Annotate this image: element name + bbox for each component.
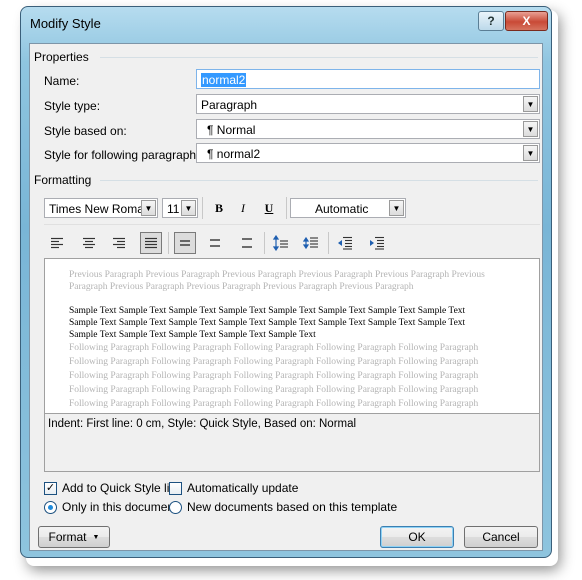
dialog-window: Modify Style ? X Properties Name: normal…	[20, 6, 552, 558]
add-quick-style-label[interactable]: Add to Quick Style list	[62, 481, 179, 495]
new-documents-label[interactable]: New documents based on this template	[187, 500, 397, 514]
increase-indent-icon[interactable]	[366, 232, 388, 254]
sample-text: Sample Text Sample Text Sample Text Samp…	[69, 306, 466, 340]
based-on-label: Style based on:	[44, 124, 127, 138]
chevron-down-icon[interactable]: ▼	[523, 96, 538, 112]
chevron-down-icon[interactable]: ▼	[389, 200, 404, 216]
decrease-indent-icon[interactable]	[334, 232, 356, 254]
close-icon: X	[522, 14, 531, 28]
dialog-body: Properties Name: normal2 Style type: Par…	[29, 43, 543, 551]
align-right-icon[interactable]	[108, 232, 130, 254]
formatting-section-label: Formatting	[34, 173, 92, 187]
previous-paragraph-text: Previous Paragraph Previous Paragraph Pr…	[69, 270, 485, 292]
based-on-dropdown[interactable]: ¶ Normal ▼	[196, 119, 540, 139]
style-preview-pane: Previous Paragraph Previous Paragraph Pr…	[44, 258, 540, 414]
name-label: Name:	[44, 74, 80, 88]
following-dropdown[interactable]: ¶ normal2 ▼	[196, 143, 540, 163]
toolbar-separator	[286, 197, 287, 219]
double-spacing-icon[interactable]	[236, 232, 258, 254]
name-input-value: normal2	[201, 73, 247, 87]
space-after-icon[interactable]	[300, 232, 322, 254]
font-size-value: 11	[167, 202, 180, 216]
justify-icon[interactable]	[140, 232, 162, 254]
align-center-icon[interactable]	[78, 232, 100, 254]
properties-divider	[100, 57, 538, 58]
chevron-down-icon[interactable]: ▼	[523, 145, 538, 161]
font-name-value: Times New Roman	[49, 202, 151, 216]
name-input[interactable]: normal2	[196, 69, 540, 89]
single-spacing-icon[interactable]	[174, 232, 196, 254]
italic-button[interactable]: I	[232, 197, 254, 219]
following-value: ¶ normal2	[207, 147, 261, 161]
close-button[interactable]: X	[505, 11, 548, 31]
following-paragraph-text: Following Paragraph Following Paragraph …	[69, 343, 479, 409]
chevron-down-icon: ▼	[92, 533, 100, 541]
toolbar-divider	[44, 224, 540, 225]
toolbar-separator	[264, 232, 265, 254]
paragraph-toolbar	[44, 232, 424, 254]
formatting-divider	[100, 180, 538, 181]
bold-button[interactable]: B	[208, 197, 230, 219]
auto-update-label[interactable]: Automatically update	[187, 481, 298, 495]
only-this-document-label[interactable]: Only in this document	[62, 500, 177, 514]
style-type-value: Paragraph	[201, 98, 258, 112]
underline-button[interactable]: U	[258, 197, 280, 219]
style-type-dropdown[interactable]: Paragraph ▼	[196, 94, 540, 114]
following-label: Style for following paragraph:	[44, 148, 200, 162]
radio-dot-icon	[48, 505, 53, 510]
chevron-down-icon[interactable]: ▼	[523, 121, 538, 137]
font-color-value: Automatic	[315, 202, 369, 216]
style-description-text: Indent: First line: 0 cm, Style: Quick S…	[48, 418, 357, 430]
font-size-dropdown[interactable]: 11 ▼	[162, 198, 198, 218]
style-description: Indent: First line: 0 cm, Style: Quick S…	[44, 414, 540, 472]
properties-section-label: Properties	[34, 50, 89, 64]
font-style-toolbar: B I U	[206, 197, 286, 219]
align-left-icon[interactable]	[46, 232, 68, 254]
help-icon: ?	[487, 14, 495, 28]
format-button-label: Format	[48, 530, 87, 544]
one-half-spacing-icon[interactable]	[204, 232, 226, 254]
new-documents-radio[interactable]	[169, 501, 182, 514]
toolbar-separator	[328, 232, 329, 254]
space-before-icon[interactable]	[270, 232, 292, 254]
toolbar-separator	[168, 232, 169, 254]
based-on-value: ¶ Normal	[207, 123, 256, 137]
help-button[interactable]: ?	[478, 11, 504, 31]
style-type-label: Style type:	[44, 99, 101, 113]
title-bar[interactable]: Modify Style ? X	[21, 7, 551, 37]
chevron-down-icon[interactable]: ▼	[181, 200, 196, 216]
font-name-dropdown[interactable]: Times New Roman ▼	[44, 198, 158, 218]
font-color-dropdown[interactable]: Automatic ▼	[290, 198, 406, 218]
window-title: Modify Style	[30, 16, 101, 31]
only-this-document-radio[interactable]	[44, 501, 57, 514]
ok-button[interactable]: OK	[380, 526, 454, 548]
checkmark-icon: ✓	[45, 482, 56, 494]
auto-update-checkbox[interactable]	[169, 482, 182, 495]
format-button[interactable]: Format ▼	[38, 526, 110, 548]
cancel-button[interactable]: Cancel	[464, 526, 538, 548]
chevron-down-icon[interactable]: ▼	[141, 200, 156, 216]
toolbar-separator	[202, 197, 203, 219]
add-quick-style-checkbox[interactable]: ✓	[44, 482, 57, 495]
